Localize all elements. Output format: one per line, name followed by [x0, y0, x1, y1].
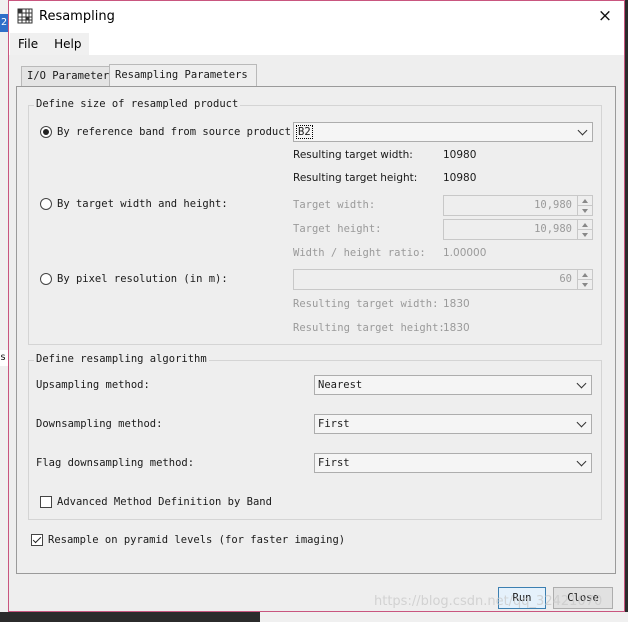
background-window-edge: [0, 0, 8, 622]
target-height-label: Target height:: [293, 223, 382, 235]
algorithm-group: Define resampling algorithm Upsampling m…: [28, 353, 602, 520]
chevron-down-icon: [576, 378, 587, 389]
res-result-width-value: 1830: [443, 298, 470, 310]
background-tab-marker: 2: [0, 14, 8, 32]
tab-resampling-parameters[interactable]: Resampling Parameters: [109, 64, 257, 87]
spin-up-arrow-icon[interactable]: [578, 196, 592, 206]
pixel-resolution-value: 60: [559, 273, 572, 285]
background-bottom-dark: [0, 612, 260, 622]
advanced-method-label: Advanced Method Definition by Band: [57, 496, 272, 508]
menu-bar-items: File Help: [10, 33, 90, 55]
ratio-value: 1.00000: [443, 247, 487, 259]
window-title: Resampling: [39, 9, 115, 24]
by-reference-band-radio[interactable]: By reference band from source product:: [40, 126, 297, 138]
upsampling-dropdown[interactable]: Nearest: [314, 375, 592, 395]
by-pixel-resolution-radio[interactable]: By pixel resolution (in m):: [40, 273, 228, 285]
size-group-title: Define size of resampled product: [34, 98, 241, 110]
algorithm-group-title: Define resampling algorithm: [34, 353, 209, 365]
spin-down-arrow-icon[interactable]: [578, 280, 592, 289]
spinner-buttons: [577, 196, 592, 215]
app-grid-icon: [17, 8, 33, 24]
pyramid-levels-checkbox[interactable]: Resample on pyramid levels (for faster i…: [31, 534, 345, 546]
tab-io-parameters[interactable]: I/O Parameters: [21, 66, 121, 86]
size-group: Define size of resampled product By refe…: [28, 98, 602, 345]
chevron-down-icon: [576, 456, 587, 467]
downsampling-dropdown[interactable]: First: [314, 414, 592, 434]
target-height-value: 10,980: [534, 223, 572, 235]
res-result-height-value: 1830: [443, 322, 470, 334]
ref-result-width-value: 10980: [443, 149, 477, 161]
by-reference-band-label: By reference band from source product:: [57, 126, 298, 138]
menu-file[interactable]: File: [10, 33, 46, 55]
spinner-buttons: [577, 270, 592, 289]
reference-band-value: B2: [296, 125, 313, 139]
chevron-down-icon: [577, 125, 588, 136]
spin-down-arrow-icon[interactable]: [578, 230, 592, 239]
target-width-spinner[interactable]: 10,980: [443, 195, 593, 216]
ref-result-height-value: 10980: [443, 172, 477, 184]
ref-result-width-label: Resulting target width:: [293, 149, 413, 161]
menu-bar: File Help: [9, 33, 624, 55]
downsampling-label: Downsampling method:: [36, 418, 163, 430]
upsampling-value: Nearest: [318, 379, 363, 391]
chevron-down-icon: [576, 417, 587, 428]
resampling-parameters-panel: Define size of resampled product By refe…: [16, 86, 616, 574]
flag-downsampling-value: First: [318, 457, 350, 469]
radio-indicator[interactable]: [40, 273, 52, 285]
res-result-width-label: Resulting target width:: [293, 298, 439, 310]
by-target-size-radio[interactable]: By target width and height:: [40, 198, 228, 210]
flag-downsampling-dropdown[interactable]: First: [314, 453, 592, 473]
flag-downsampling-label: Flag downsampling method:: [36, 457, 195, 469]
by-pixel-resolution-label: By pixel resolution (in m):: [57, 273, 228, 285]
title-bar[interactable]: Resampling ×: [9, 1, 624, 33]
resampling-dialog: Resampling × File Help I/O Parameters Re…: [8, 0, 625, 612]
advanced-method-checkbox[interactable]: Advanced Method Definition by Band: [40, 496, 272, 508]
menu-help[interactable]: Help: [46, 33, 89, 55]
spin-up-arrow-icon[interactable]: [578, 220, 592, 230]
checkbox-indicator[interactable]: [40, 496, 52, 508]
pixel-resolution-spinner[interactable]: 60: [293, 269, 593, 290]
close-window-icon[interactable]: ×: [596, 6, 614, 26]
target-height-spinner[interactable]: 10,980: [443, 219, 593, 240]
run-button[interactable]: Run: [498, 587, 546, 609]
downsampling-value: First: [318, 418, 350, 430]
res-result-height-label: Resulting target height:: [293, 322, 445, 334]
spin-down-arrow-icon[interactable]: [578, 206, 592, 215]
target-width-value: 10,980: [534, 199, 572, 211]
upsampling-label: Upsampling method:: [36, 379, 150, 391]
ratio-label: Width / height ratio:: [293, 247, 426, 259]
spin-up-arrow-icon[interactable]: [578, 270, 592, 280]
radio-indicator[interactable]: [40, 198, 52, 210]
background-text-marker: s: [0, 350, 8, 366]
reference-band-dropdown[interactable]: B2: [293, 122, 593, 142]
spinner-buttons: [577, 220, 592, 239]
by-target-size-label: By target width and height:: [57, 198, 228, 210]
radio-indicator[interactable]: [40, 126, 52, 138]
target-width-label: Target width:: [293, 199, 376, 211]
ref-result-height-label: Resulting target height:: [293, 172, 418, 184]
pyramid-levels-label: Resample on pyramid levels (for faster i…: [48, 534, 346, 546]
close-button[interactable]: Close: [553, 587, 613, 609]
checkbox-indicator[interactable]: [31, 534, 43, 546]
